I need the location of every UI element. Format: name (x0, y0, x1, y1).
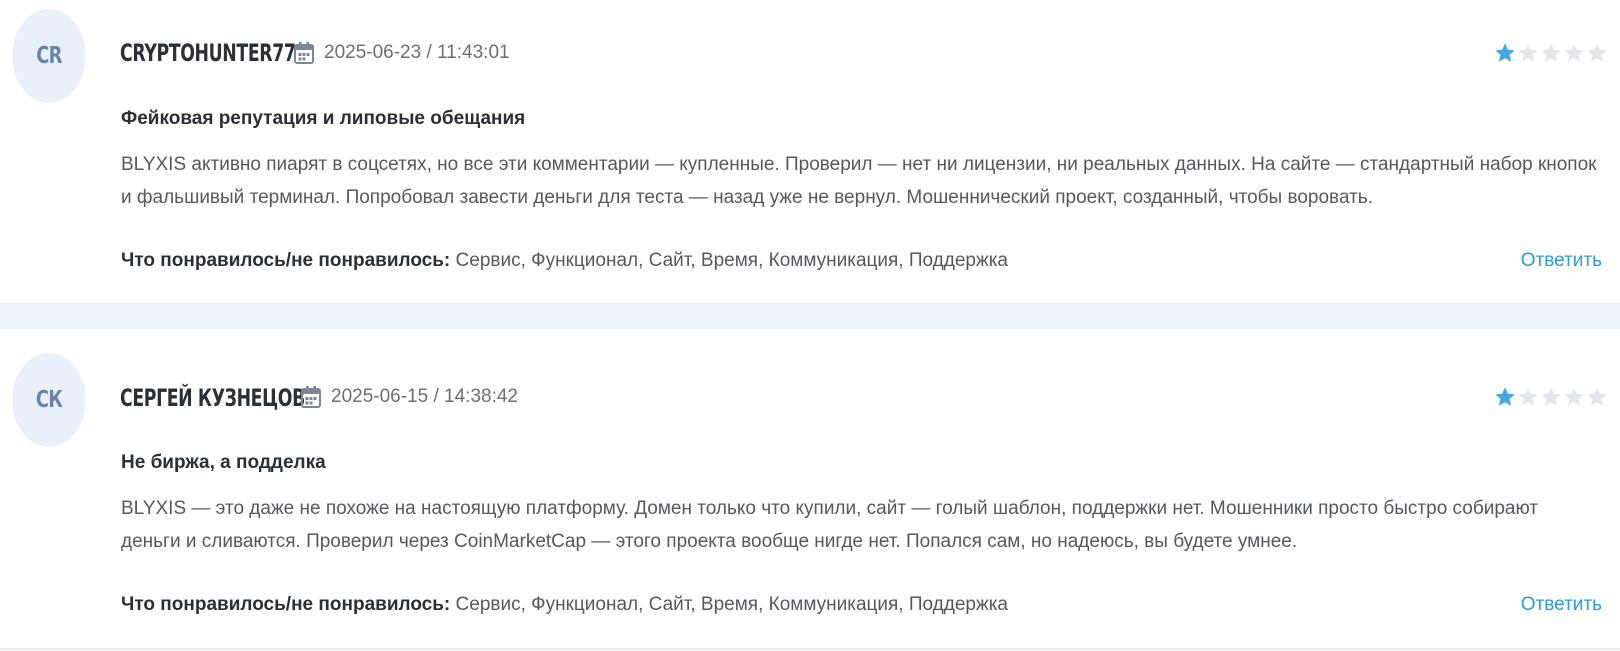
calendar-icon (301, 386, 321, 408)
review-card: СК СЕРГЕЙ КУЗНЕЦОВ 2025-06-15 / 14:38:42… (0, 329, 1620, 649)
avatar: CR (12, 9, 86, 103)
star-empty-icon (1564, 387, 1584, 406)
likes-label: Что понравилось/не понравилось: (121, 250, 451, 271)
calendar-icon (294, 42, 314, 64)
likes-label: Что понравилось/не понравилось: (121, 594, 451, 615)
star-empty-icon (1587, 387, 1607, 406)
review-likes: Что понравилось/не понравилось: Сервис, … (121, 250, 1008, 272)
review-author: CRYPTOHUNTER77 (120, 39, 296, 67)
star-filled-icon (1495, 43, 1515, 62)
review-date: 2025-06-15 / 14:38:42 (301, 386, 518, 408)
reviews-list: CR CRYPTOHUNTER77 2025-06-23 / 11:43:01 … (0, 0, 1620, 651)
review-date-text: 2025-06-15 / 14:38:42 (331, 386, 518, 407)
review-title: Не биржа, а подделка (121, 452, 326, 473)
star-empty-icon (1541, 387, 1561, 406)
review-date-text: 2025-06-23 / 11:43:01 (324, 42, 510, 63)
review-text: BLYXIS активно пиарят в соцсетях, но все… (121, 154, 1597, 208)
rating-stars (1494, 42, 1608, 64)
avatar: СК (12, 353, 86, 447)
star-filled-icon (1495, 387, 1515, 406)
review-likes: Что понравилось/не понравилось: Сервис, … (121, 594, 1008, 616)
reply-link[interactable]: Ответить (1521, 250, 1602, 272)
review-card: CR CRYPTOHUNTER77 2025-06-23 / 11:43:01 … (0, 0, 1620, 303)
star-empty-icon (1518, 43, 1538, 62)
reply-link[interactable]: Ответить (1521, 594, 1602, 616)
review-text: BLYXIS — это даже не похоже на настоящую… (121, 498, 1538, 552)
review-title: Фейковая репутация и липовые обещания (121, 108, 526, 129)
star-empty-icon (1564, 43, 1584, 62)
likes-value: Сервис, Функционал, Сайт, Время, Коммуни… (455, 250, 1008, 271)
review-date: 2025-06-23 / 11:43:01 (294, 42, 510, 64)
star-empty-icon (1518, 387, 1538, 406)
likes-value: Сервис, Функционал, Сайт, Время, Коммуни… (455, 594, 1008, 615)
star-empty-icon (1587, 43, 1607, 62)
rating-stars (1494, 386, 1608, 408)
bottom-divider (0, 648, 1620, 650)
star-empty-icon (1541, 43, 1561, 62)
review-separator (0, 303, 1620, 330)
review-author: СЕРГЕЙ КУЗНЕЦОВ (120, 384, 305, 412)
